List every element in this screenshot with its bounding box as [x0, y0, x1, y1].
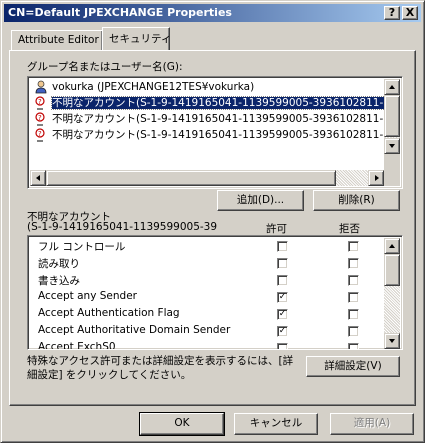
- list-item[interactable]: ? 不明なアカウント(S-1-9-1419165041-1139599005-3…: [30, 127, 390, 143]
- allow-checkbox[interactable]: ✓: [277, 326, 288, 337]
- deny-checkbox[interactable]: [348, 343, 359, 349]
- deny-column-header: 拒否: [339, 223, 360, 235]
- ok-button[interactable]: OK: [139, 412, 225, 436]
- tab-attribute-editor[interactable]: Attribute Editor: [11, 30, 103, 50]
- scroll-down-button[interactable]: [384, 138, 400, 154]
- permission-name: フル コントロール: [38, 241, 126, 253]
- permission-row: Accept ExchS0: [30, 340, 386, 350]
- allow-checkbox[interactable]: ✓: [277, 292, 288, 303]
- user-name: 不明なアカウント(S-1-9-1419165041-1139599005-393…: [51, 96, 390, 110]
- scroll-thumb[interactable]: [46, 170, 336, 186]
- advanced-button[interactable]: 詳細設定(V): [306, 356, 400, 377]
- permissions-list[interactable]: フル コントロール 読み取り 書き込み Accept any Sender ✓ …: [27, 235, 403, 350]
- user-icon: [35, 80, 47, 94]
- users-horizontal-scrollbar[interactable]: [30, 170, 384, 186]
- deny-checkbox[interactable]: [348, 258, 359, 269]
- scroll-thumb[interactable]: [384, 254, 400, 286]
- deny-checkbox[interactable]: [348, 326, 359, 337]
- tab-security[interactable]: セキュリティ: [102, 27, 172, 50]
- remove-button-label: 削除(R): [338, 194, 375, 206]
- permission-name: Accept Authentication Flag: [38, 307, 180, 319]
- user-name: 不明なアカウント(S-1-9-1419165041-1139599005-393…: [52, 113, 390, 125]
- svg-text:?: ?: [38, 114, 42, 122]
- permissions-account-sid: (S-1-9-1419165041-1139599005-39: [27, 221, 218, 233]
- users-listbox[interactable]: vokurka (JPEXCHANGE12TES¥vokurka) ? 不明なア…: [27, 76, 403, 189]
- allow-checkbox[interactable]: ✓: [277, 309, 288, 320]
- scroll-thumb[interactable]: [384, 95, 400, 137]
- arrow-down-icon: [389, 144, 395, 148]
- permission-row: 書き込み: [30, 272, 386, 289]
- permission-row: 読み取り: [30, 255, 386, 272]
- scroll-right-button[interactable]: [368, 170, 384, 186]
- unknown-user-icon: ?: [35, 96, 45, 110]
- permission-name: 読み取り: [38, 258, 80, 270]
- scrollbar-corner: [384, 154, 400, 186]
- advanced-note: 特殊なアクセス許可または詳細設定を表示するには、[詳細設定] をクリックしてくだ…: [27, 355, 294, 381]
- allow-checkbox[interactable]: [277, 275, 288, 286]
- permission-row: Accept Authoritative Domain Sender ✓: [30, 323, 386, 340]
- svg-text:?: ?: [38, 130, 42, 138]
- deny-checkbox[interactable]: [348, 309, 359, 320]
- close-button[interactable]: X: [402, 6, 418, 20]
- list-item[interactable]: ? 不明なアカウント(S-1-9-1419165041-1139599005-3…: [30, 111, 390, 127]
- user-name: 不明なアカウント(S-1-9-1419165041-1139599005-393…: [52, 129, 390, 141]
- apply-button[interactable]: 適用(A): [330, 413, 414, 435]
- deny-checkbox[interactable]: [348, 241, 359, 252]
- deny-checkbox[interactable]: [348, 275, 359, 286]
- allow-column-header: 許可: [266, 223, 287, 235]
- remove-button[interactable]: 削除(R): [313, 190, 400, 211]
- permission-row: フル コントロール: [30, 238, 386, 255]
- title-bar[interactable]: CN=Default JPEXCHANGE Properties ? X: [4, 4, 421, 22]
- permission-name: Accept Authoritative Domain Sender: [38, 324, 231, 336]
- permission-name: 書き込み: [38, 275, 80, 287]
- unknown-user-icon: ?: [35, 128, 45, 142]
- allow-checkbox[interactable]: [277, 343, 288, 349]
- permissions-vertical-scrollbar[interactable]: [384, 238, 400, 349]
- tab-label: Attribute Editor: [18, 34, 99, 46]
- add-button[interactable]: 追加(D)...: [217, 190, 304, 211]
- window-title: CN=Default JPEXCHANGE Properties: [8, 6, 232, 19]
- deny-checkbox[interactable]: [348, 292, 359, 303]
- allow-checkbox[interactable]: [277, 241, 288, 252]
- arrow-up-icon: [389, 85, 395, 89]
- properties-dialog: CN=Default JPEXCHANGE Properties ? X Att…: [0, 0, 425, 443]
- svg-text:?: ?: [38, 98, 42, 106]
- advanced-button-label: 詳細設定(V): [324, 360, 382, 372]
- arrow-down-icon: [389, 339, 395, 343]
- arrow-right-icon: [375, 175, 379, 181]
- list-item[interactable]: ? 不明なアカウント(S-1-9-1419165041-1139599005-3…: [30, 95, 390, 111]
- ok-button-label: OK: [174, 417, 190, 429]
- permission-row: Accept any Sender ✓: [30, 289, 386, 306]
- add-button-label: 追加(D)...: [236, 194, 285, 206]
- allow-checkbox[interactable]: [277, 258, 288, 269]
- list-item[interactable]: vokurka (JPEXCHANGE12TES¥vokurka): [30, 79, 390, 95]
- apply-button-label: 適用(A): [353, 417, 391, 429]
- scroll-up-button[interactable]: [384, 79, 400, 95]
- scroll-up-button[interactable]: [384, 238, 400, 254]
- permission-name: Accept ExchS0: [38, 341, 116, 350]
- permission-name: Accept any Sender: [38, 290, 137, 302]
- user-name: vokurka (JPEXCHANGE12TES¥vokurka): [52, 81, 255, 93]
- arrow-left-icon: [36, 175, 40, 181]
- security-panel: グループ名またはユーザー名(G): vokurka (JPEXCHANGE12T…: [9, 50, 416, 406]
- unknown-user-icon: ?: [35, 112, 45, 126]
- scroll-down-button[interactable]: [384, 333, 400, 349]
- arrow-up-icon: [389, 244, 395, 248]
- users-vertical-scrollbar[interactable]: [384, 79, 400, 154]
- users-label: グループ名またはユーザー名(G):: [27, 61, 183, 73]
- permission-row: Accept Authentication Flag ✓: [30, 306, 386, 323]
- tab-label: セキュリティ: [109, 33, 172, 45]
- scroll-left-button[interactable]: [30, 170, 46, 186]
- cancel-button[interactable]: キャンセル: [234, 413, 318, 435]
- help-button[interactable]: ?: [384, 6, 400, 20]
- cancel-button-label: キャンセル: [249, 417, 303, 429]
